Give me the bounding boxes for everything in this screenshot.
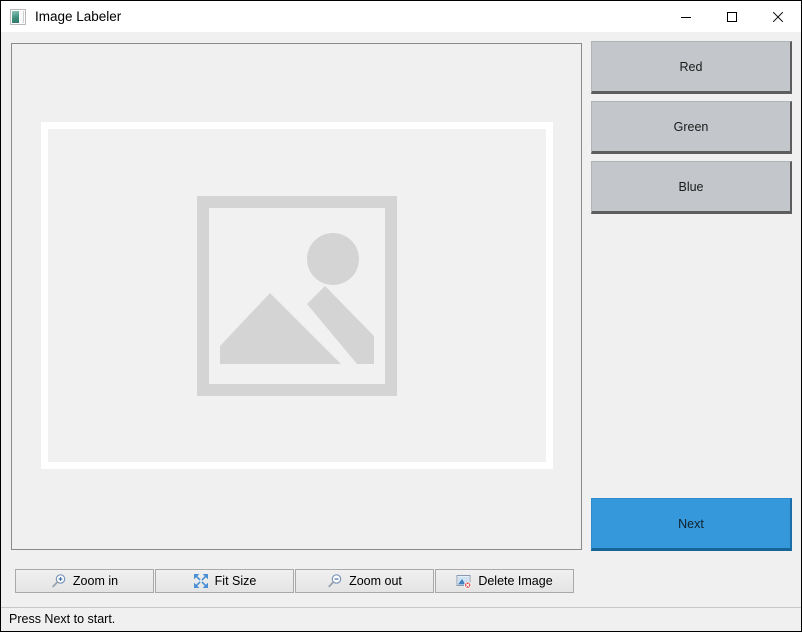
- status-message: Press Next to start.: [9, 612, 116, 626]
- zoom-in-button[interactable]: Zoom in: [15, 569, 154, 593]
- bottom-toolbar: Zoom in Fit Size Zoom out Delete Image: [15, 569, 575, 593]
- image-canvas-panel[interactable]: [11, 43, 582, 550]
- application-window: Image Labeler Red Green Blue Next Zoom i…: [0, 0, 802, 632]
- delete-image-label: Delete Image: [478, 574, 553, 588]
- fit-size-label: Fit Size: [214, 574, 257, 588]
- close-icon: [772, 11, 784, 22]
- magnifier-minus-icon: [328, 574, 342, 588]
- maximize-button[interactable]: [709, 1, 755, 32]
- image-placeholder-icon: [197, 195, 397, 396]
- label-button-green-text: Green: [673, 119, 709, 134]
- fit-size-button[interactable]: Fit Size: [155, 569, 294, 593]
- label-button-red-text: Red: [679, 59, 703, 74]
- app-icon-page: [20, 10, 24, 23]
- status-bar: Press Next to start.: [1, 607, 801, 631]
- label-button-green[interactable]: Green: [591, 101, 792, 154]
- title-bar: Image Labeler: [1, 1, 801, 32]
- zoom-out-button[interactable]: Zoom out: [295, 569, 434, 593]
- fit-size-arrows-icon: [193, 574, 208, 588]
- window-title: Image Labeler: [35, 9, 122, 24]
- zoom-out-label: Zoom out: [349, 574, 402, 588]
- label-button-blue[interactable]: Blue: [591, 161, 792, 214]
- label-button-red[interactable]: Red: [591, 41, 792, 94]
- maximize-icon: [727, 11, 737, 22]
- app-icon-picture: [12, 10, 19, 23]
- close-button[interactable]: [755, 1, 801, 32]
- window-controls: [663, 1, 801, 32]
- image-frame-inner: [48, 129, 546, 462]
- minimize-button[interactable]: [663, 1, 709, 32]
- label-button-blue-text: Blue: [678, 179, 704, 194]
- delete-image-icon: [456, 575, 472, 589]
- minimize-icon: [681, 16, 691, 18]
- image-frame: [41, 122, 553, 469]
- image-app-icon: [10, 8, 26, 25]
- magnifier-plus-icon: [52, 574, 66, 588]
- next-button-label: Next: [678, 516, 704, 531]
- zoom-in-label: Zoom in: [72, 574, 119, 588]
- label-button-group: Red Green Blue: [591, 41, 792, 221]
- delete-image-button[interactable]: Delete Image: [435, 569, 574, 593]
- next-button[interactable]: Next: [591, 498, 792, 551]
